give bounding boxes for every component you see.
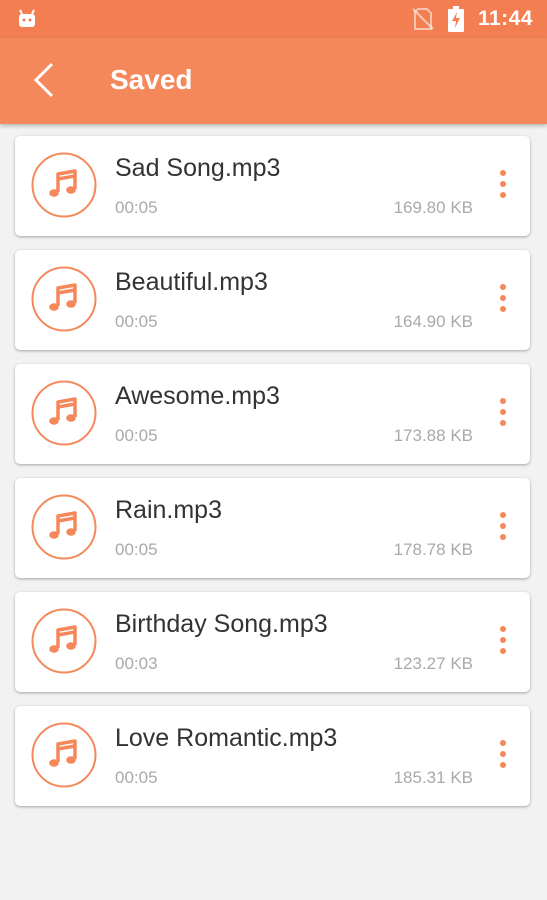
file-duration: 00:05 [115, 540, 158, 559]
file-card[interactable]: Rain.mp3 00:05 178.78 KB [15, 478, 530, 578]
music-note-icon [31, 608, 97, 674]
more-options-button[interactable] [488, 166, 518, 206]
music-note-icon [31, 266, 97, 332]
file-name: Birthday Song.mp3 [115, 610, 328, 638]
file-duration: 00:05 [115, 426, 158, 445]
file-size: 178.78 KB [393, 540, 473, 559]
more-options-button[interactable] [488, 622, 518, 662]
file-card[interactable]: Love Romantic.mp3 00:05 185.31 KB [15, 706, 530, 806]
no-sim-icon [412, 8, 434, 30]
more-vert-icon [499, 625, 507, 660]
file-duration: 00:05 [115, 768, 158, 787]
file-card[interactable]: Sad Song.mp3 00:05 169.80 KB [15, 136, 530, 236]
back-button[interactable] [22, 58, 66, 102]
file-name: Sad Song.mp3 [115, 154, 281, 182]
more-vert-icon [499, 511, 507, 546]
file-name: Awesome.mp3 [115, 382, 280, 410]
more-options-button[interactable] [488, 280, 518, 320]
more-options-button[interactable] [488, 508, 518, 548]
file-size: 164.90 KB [393, 312, 473, 331]
more-vert-icon [499, 283, 507, 318]
more-options-button[interactable] [488, 394, 518, 434]
file-name: Rain.mp3 [115, 496, 222, 524]
page-title: Saved [110, 64, 193, 95]
file-name: Beautiful.mp3 [115, 268, 268, 296]
file-card[interactable]: Awesome.mp3 00:05 173.88 KB [15, 364, 530, 464]
file-size: 173.88 KB [393, 426, 473, 445]
android-icon [19, 9, 35, 27]
more-vert-icon [499, 397, 507, 432]
file-size: 169.80 KB [393, 198, 473, 217]
music-note-icon [31, 380, 97, 446]
music-note-icon [31, 722, 97, 788]
file-name: Love Romantic.mp3 [115, 724, 338, 752]
status-bar: 11:44 [0, 0, 547, 38]
battery-charging-icon [447, 6, 464, 32]
music-note-icon [31, 494, 97, 560]
app-bar: Saved [0, 38, 547, 124]
saved-files-list: Sad Song.mp3 00:05 169.80 KB Beautiful.m… [15, 136, 532, 820]
file-duration: 00:05 [115, 198, 158, 217]
back-arrow-icon [33, 62, 54, 98]
status-time: 11:44 [477, 7, 533, 30]
file-card[interactable]: Beautiful.mp3 00:05 164.90 KB [15, 250, 530, 350]
more-vert-icon [499, 169, 507, 204]
file-card[interactable]: Birthday Song.mp3 00:03 123.27 KB [15, 592, 530, 692]
music-note-icon [31, 152, 97, 218]
more-options-button[interactable] [488, 736, 518, 776]
file-size: 185.31 KB [393, 768, 473, 787]
file-duration: 00:03 [115, 654, 158, 673]
file-duration: 00:05 [115, 312, 158, 331]
file-size: 123.27 KB [393, 654, 473, 673]
more-vert-icon [499, 739, 507, 774]
